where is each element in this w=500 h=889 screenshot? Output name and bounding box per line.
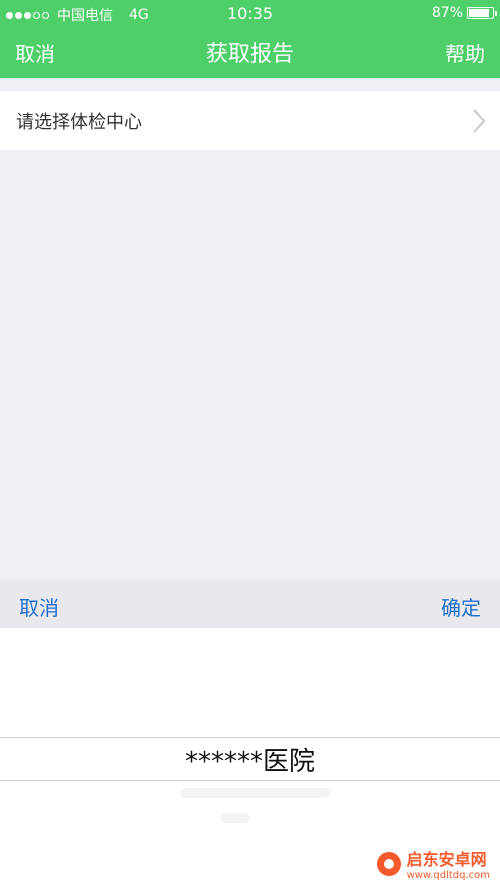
- picker-selected-option[interactable]: ******医院: [0, 737, 500, 781]
- nav-help-button[interactable]: 帮助: [445, 38, 485, 67]
- picker-confirm-button[interactable]: 确定: [441, 592, 481, 621]
- picker-wheel[interactable]: ******医院 启东安卓网 www.qdltdq.com: [0, 628, 500, 889]
- watermark: 启东安卓网 www.qdltdq.com: [376, 846, 490, 881]
- page-title: 获取报告: [205, 42, 294, 67]
- picker-toolbar: 取消 确定: [0, 580, 500, 628]
- watermark-logo-icon: [376, 851, 401, 876]
- battery-percent: 87%: [431, 5, 463, 21]
- picker-faded-row: [220, 813, 250, 823]
- chevron-right-icon: [472, 108, 486, 138]
- watermark-name: 启东安卓网: [406, 850, 487, 869]
- header: 中国电信 4G 10:35 87% 取消 获取报告 帮助: [0, 0, 500, 78]
- picker-faded-row: [180, 788, 330, 798]
- status-bar: 中国电信 4G 10:35 87%: [0, 0, 500, 26]
- status-time: 10:35: [226, 4, 274, 23]
- picker-cancel-button[interactable]: 取消: [19, 592, 59, 621]
- status-right: 87%: [431, 5, 497, 21]
- watermark-url: www.qdltdq.com: [406, 870, 490, 881]
- battery-icon: [467, 7, 497, 19]
- select-exam-center-row[interactable]: 请选择体检中心: [0, 91, 500, 150]
- select-exam-center-label: 请选择体检中心: [16, 111, 142, 133]
